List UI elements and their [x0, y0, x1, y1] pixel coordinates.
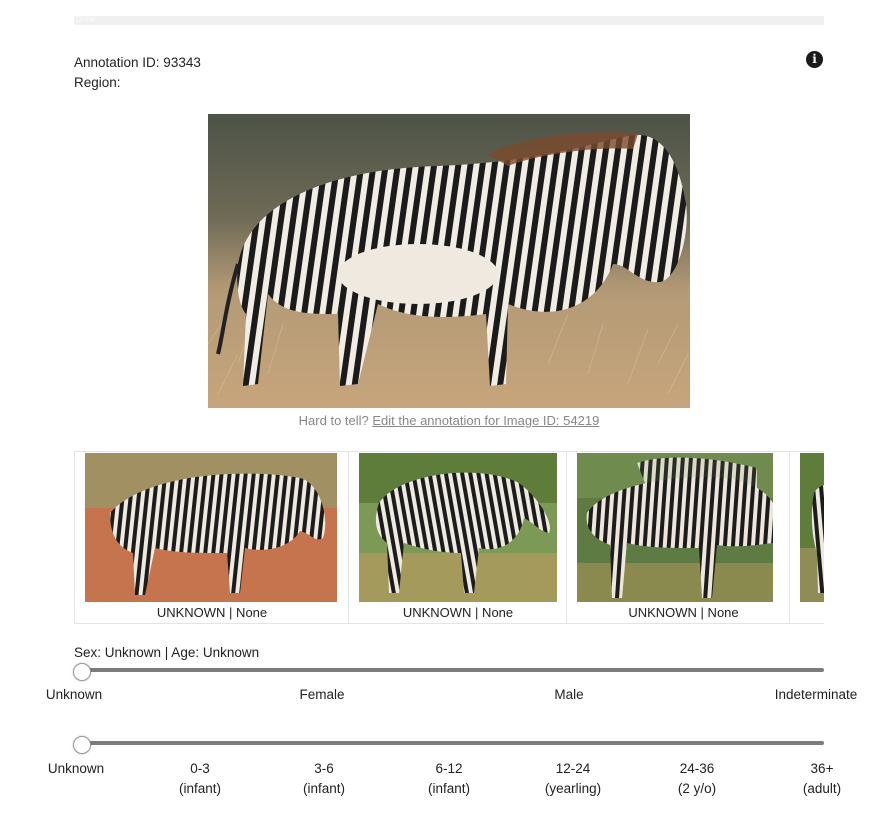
region-label: Region: — [74, 75, 121, 90]
candidate-carousel[interactable]: UNKNOWN | None UNKNOWN | None UNKNOWN | … — [74, 451, 824, 624]
candidate-card[interactable]: UNKNOWN | None — [348, 452, 567, 623]
annotation-meta: Annotation ID: 93343 Region: — [74, 53, 201, 93]
age-tick-desc: (2 y/o) — [677, 781, 717, 796]
sex-tick-indeterminate[interactable]: Indeterminate — [756, 687, 876, 702]
age-tick[interactable]: Unknown — [16, 759, 136, 779]
age-tick[interactable]: 6-12 (infant) — [389, 759, 509, 799]
sex-tick-male[interactable]: Male — [509, 687, 629, 702]
hint-prefix: Hard to tell? — [298, 413, 373, 428]
candidate-card[interactable] — [789, 452, 824, 623]
age-tick[interactable]: 24-36 (2 y/o) — [637, 759, 757, 799]
sex-age-status: Sex: Unknown | Age: Unknown — [74, 645, 260, 660]
age-tick-range: 36+ — [810, 761, 834, 776]
age-tick-range: 6-12 — [435, 761, 463, 776]
age-tick-desc: (yearling) — [544, 781, 602, 796]
sex-tick-unknown[interactable]: Unknown — [14, 687, 134, 702]
candidate-card[interactable]: UNKNOWN | None — [74, 452, 349, 623]
edit-annotation-link[interactable]: Edit the annotation for Image ID: 54219 — [372, 413, 599, 428]
candidate-thumbnail — [85, 453, 337, 602]
info-icon[interactable]: i — [806, 51, 823, 68]
age-tick[interactable]: 12-24 (yearling) — [513, 759, 633, 799]
age-tick-range: 12-24 — [555, 761, 591, 776]
candidate-label: UNKNOWN | None — [402, 605, 514, 620]
progress-text: Done — [76, 16, 96, 24]
age-tick-desc: (infant) — [178, 781, 222, 796]
sex-tick-female[interactable]: Female — [262, 687, 382, 702]
age-tick[interactable]: 0-3 (infant) — [140, 759, 260, 799]
age-tick-range: 24-36 — [679, 761, 715, 776]
candidate-label: UNKNOWN | None — [156, 605, 268, 620]
age-tick[interactable]: 3-6 (infant) — [264, 759, 384, 799]
age-tick-range: 3-6 — [314, 761, 334, 776]
sex-slider-thumb[interactable] — [73, 663, 91, 681]
age-tick-desc: (infant) — [427, 781, 471, 796]
candidate-label: UNKNOWN | None — [628, 605, 739, 620]
candidate-thumbnail — [359, 453, 557, 602]
age-tick-range: 0-3 — [190, 761, 210, 776]
hint-text: Hard to tell? Edit the annotation for Im… — [0, 413, 883, 428]
sex-slider-track[interactable] — [82, 668, 824, 672]
age-tick-desc: (adult) — [802, 781, 842, 796]
progress-bar: Done — [74, 16, 824, 25]
age-tick[interactable]: 36+ (adult) — [762, 759, 882, 799]
annotation-id: Annotation ID: 93343 — [74, 55, 201, 70]
annotation-image — [208, 114, 690, 408]
age-slider-thumb[interactable] — [73, 736, 91, 754]
age-tick-desc: (infant) — [302, 781, 346, 796]
candidate-card[interactable]: UNKNOWN | None — [566, 452, 800, 623]
candidate-thumbnail — [800, 453, 824, 602]
candidate-thumbnail — [577, 453, 773, 602]
age-slider-track[interactable] — [82, 741, 824, 745]
age-tick-range: Unknown — [47, 761, 105, 776]
